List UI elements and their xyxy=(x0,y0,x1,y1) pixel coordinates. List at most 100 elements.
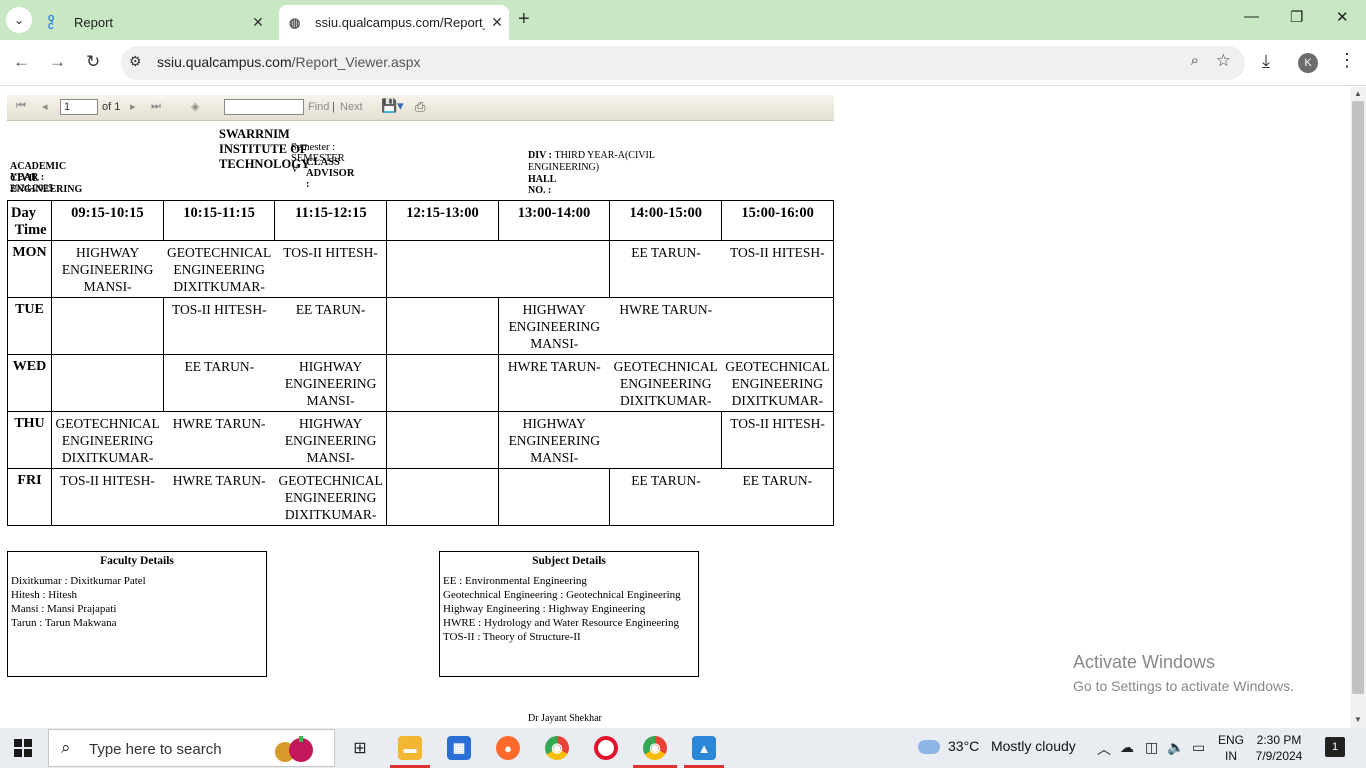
chrome-profile-icon[interactable]: ◉ xyxy=(643,736,667,760)
tab-title: Report xyxy=(74,15,114,30)
back-button[interactable]: ← xyxy=(13,52,30,72)
url-text[interactable]: ssiu.qualcampus.com/Report_Viewer.aspx xyxy=(157,54,421,70)
timetable-header-row: Day Time 09:15-10:15 10:15-11:15 11:15-1… xyxy=(7,200,834,241)
print-icon[interactable]: ⎙ xyxy=(415,99,425,115)
opera-icon[interactable] xyxy=(594,736,618,760)
next-page-icon[interactable]: ▸ xyxy=(130,100,136,113)
cloud-icon xyxy=(918,740,940,755)
previous-page-icon[interactable]: ◂ xyxy=(42,100,48,113)
last-page-icon[interactable]: ⏭ xyxy=(151,100,161,113)
profile-avatar[interactable]: K xyxy=(1298,53,1318,73)
microsoft-store-icon[interactable]: ▦ xyxy=(447,736,471,760)
lecture-cell: GEOTECHNICAL ENGINEERING DIXITKUMAR- xyxy=(609,354,722,412)
find-button[interactable]: Find xyxy=(308,101,329,113)
weather-widget[interactable]: 33°C Mostly cloudy xyxy=(918,738,1076,755)
lecture-cell: EE TARUN- xyxy=(163,354,275,412)
restore-button[interactable]: ❐ xyxy=(1290,8,1303,26)
find-next-button[interactable]: Next xyxy=(340,101,363,113)
tab-title: ssiu.qualcampus.com/Report_V xyxy=(315,15,485,30)
lecture-cell xyxy=(386,297,499,355)
table-row: FRI TOS-II HITESH- HWRE TARUN- GEOTECHNI… xyxy=(7,468,834,526)
language-indicator[interactable]: ENG IN xyxy=(1218,732,1244,764)
lecture-cell: HIGHWAY ENGINEERING MANSI- xyxy=(51,240,164,298)
day-time-header: Day Time xyxy=(7,200,52,241)
day-cell: WED xyxy=(7,354,52,412)
day-cell: MON xyxy=(7,240,52,298)
qualcampus-favicon-icon: QC xyxy=(48,13,55,31)
find-input[interactable] xyxy=(224,99,304,115)
onedrive-offline-icon[interactable]: ☁ xyxy=(1120,739,1134,756)
slot-header: 12:15-13:00 xyxy=(386,200,499,241)
weather-temp: 33°C xyxy=(948,738,980,754)
new-tab-button[interactable]: + xyxy=(518,8,530,31)
scroll-down-icon[interactable]: ▼ xyxy=(1354,715,1362,724)
notification-center-icon[interactable]: 1 xyxy=(1325,737,1345,757)
slot-header: 14:00-15:00 xyxy=(609,200,723,241)
list-item: Highway Engineering : Highway Engineerin… xyxy=(443,603,646,615)
day-cell: TUE xyxy=(7,297,52,355)
taskbar-search-box[interactable]: ⌕ Type here to search xyxy=(48,729,335,767)
close-icon[interactable]: ✕ xyxy=(485,14,509,31)
minimize-button[interactable]: — xyxy=(1244,8,1259,25)
lecture-cell: HWRE TARUN- xyxy=(609,297,722,355)
firefox-icon[interactable]: ● xyxy=(496,736,520,760)
address-bar[interactable]: ⚙ ssiu.qualcampus.com/Report_Viewer.aspx… xyxy=(121,46,1245,80)
export-save-icon[interactable]: 💾▾ xyxy=(381,98,404,114)
lecture-cell: GEOTECHNICAL ENGINEERING DIXITKUMAR- xyxy=(51,411,164,469)
download-icon[interactable]: ⤓ xyxy=(1262,51,1270,72)
lecture-cell: HWRE TARUN- xyxy=(163,468,275,526)
slot-header: 15:00-16:00 xyxy=(721,200,834,241)
lecture-cell xyxy=(721,297,834,355)
close-window-button[interactable]: ✕ xyxy=(1336,8,1349,26)
scrollbar-thumb[interactable] xyxy=(1352,101,1364,694)
first-page-icon[interactable]: ⏮ xyxy=(16,100,26,113)
tab-report-viewer[interactable]: ◍ ssiu.qualcampus.com/Report_V ✕ xyxy=(279,5,509,40)
site-info-icon[interactable]: ⚙ xyxy=(129,53,142,70)
file-explorer-icon[interactable]: ▬ xyxy=(398,736,422,760)
volume-icon[interactable]: 🔈 xyxy=(1167,739,1184,756)
lecture-cell: TOS-II HITESH- xyxy=(51,468,164,526)
lecture-cell: HIGHWAY ENGINEERING MANSI- xyxy=(274,354,387,412)
list-item: Tarun : Tarun Makwana xyxy=(11,617,117,629)
show-hidden-icons-icon[interactable]: ︿ xyxy=(1097,739,1111,759)
report-viewer-toolbar: ⏮ ◂ 1 of 1 ▸ ⏭ ◈ Find | Next 💾▾ ⎙ xyxy=(7,95,834,121)
chrome-icon[interactable]: ◉ xyxy=(545,736,569,760)
photos-app-icon[interactable]: ▲ xyxy=(692,736,716,760)
lecture-cell xyxy=(498,240,611,298)
subject-details-box: Subject Details EE : Environmental Engin… xyxy=(439,551,699,677)
lecture-cell: EE TARUN- xyxy=(609,468,722,526)
reload-button[interactable]: ↻ xyxy=(86,52,100,72)
table-row: THU GEOTECHNICAL ENGINEERING DIXITKUMAR-… xyxy=(7,411,834,469)
lecture-cell: TOS-II HITESH- xyxy=(274,240,387,298)
lecture-cell: EE TARUN- xyxy=(274,297,387,355)
tab-report[interactable]: QC Report ✕ xyxy=(38,5,270,40)
windows-start-icon[interactable] xyxy=(14,739,32,757)
task-view-icon[interactable]: ⊞ xyxy=(348,736,372,760)
scroll-up-icon[interactable]: ▲ xyxy=(1354,89,1362,98)
weather-description: Mostly cloudy xyxy=(990,738,1076,754)
faculty-details-title: Faculty Details xyxy=(100,555,174,567)
network-icon[interactable]: ▭ xyxy=(1192,739,1205,756)
tab-search-button[interactable]: ⌄ xyxy=(6,7,32,33)
lecture-cell xyxy=(51,297,164,355)
department: CIVIL ENGINEERING xyxy=(10,173,83,195)
bookmark-star-icon[interactable]: ☆ xyxy=(1216,51,1231,71)
watermark-subtitle: Go to Settings to activate Windows. xyxy=(1073,678,1294,694)
lecture-cell xyxy=(498,468,611,526)
lecture-cell xyxy=(386,411,499,469)
lecture-cell: EE TARUN- xyxy=(721,468,834,526)
menu-kebab-icon[interactable]: ⋮ xyxy=(1338,50,1356,71)
close-icon[interactable]: ✕ xyxy=(246,14,270,31)
table-row: MON HIGHWAY ENGINEERING MANSI- GEOTECHNI… xyxy=(7,240,834,298)
back-to-parent-icon[interactable]: ◈ xyxy=(191,100,199,113)
lecture-cell: HIGHWAY ENGINEERING MANSI- xyxy=(498,297,610,355)
system-clock[interactable]: 2:30 PM 7/9/2024 xyxy=(1254,732,1304,764)
faculty-details-box: Faculty Details Dixitkumar : Dixitkumar … xyxy=(7,551,267,677)
page-number-input[interactable]: 1 xyxy=(60,99,98,115)
browser-tab-bar: ⌄ QC Report ✕ ◍ ssiu.qualcampus.com/Repo… xyxy=(0,0,1366,40)
vertical-scrollbar[interactable]: ▲ ▼ xyxy=(1350,87,1366,728)
forward-button[interactable]: → xyxy=(49,52,66,72)
zoom-icon[interactable]: ⌕ xyxy=(1191,52,1199,69)
meet-now-icon[interactable]: ◫ xyxy=(1145,739,1158,756)
list-item: EE : Environmental Engineering xyxy=(443,575,587,587)
